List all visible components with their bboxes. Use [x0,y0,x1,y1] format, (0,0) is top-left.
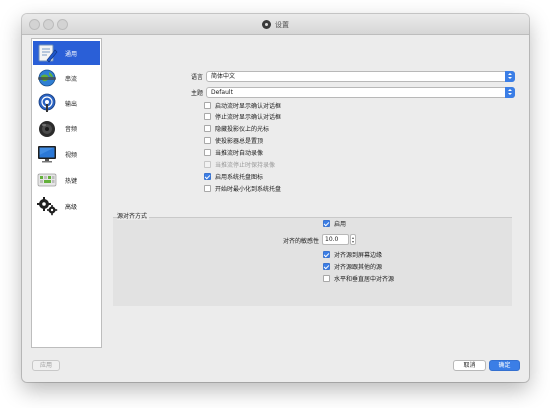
checkbox-label: 当推流时自动录像 [215,150,264,157]
checkbox-label: 对齐源到屏幕边缘 [334,252,383,259]
snap-to-center[interactable]: 水平和垂直居中对齐源 [323,274,394,283]
checkbox[interactable] [204,102,211,109]
checkbox[interactable] [204,185,211,192]
sidebar-item-label: 高级 [65,203,78,211]
checkbox-label: 启动流时显示确认对话框 [215,103,282,110]
hotkeys-keyboard-icon [36,169,58,191]
settings-window: 设置 通用 串流 输出 音频 视频 热键 高级 语言 简体中文 主题 Defau… [22,14,529,382]
language-select-value: 简体中文 [211,73,236,80]
option-system-tray-icon[interactable]: 启用系统托盘图标 [204,172,263,181]
snap-to-screen-edges[interactable]: 对齐源到屏幕边缘 [323,250,382,259]
option-record-when-streaming[interactable]: 当推流时自动录像 [204,148,263,157]
sidebar-item-hotkeys[interactable]: 热键 [33,168,100,192]
ok-button[interactable]: 确定 [489,360,520,371]
sidebar-item-audio[interactable]: 音频 [33,116,100,140]
video-monitor-icon [36,143,58,165]
snapping-group [113,217,512,306]
checkbox[interactable] [323,220,330,227]
stream-globe-icon [36,67,58,89]
sidebar-item-label: 串流 [65,75,78,83]
title-bar: 设置 [22,14,529,35]
checkbox-label: 当推流停止时保持录像 [215,162,276,169]
theme-select-value: Default [211,89,233,96]
obs-logo-icon [262,20,271,29]
option-projector-always-on-top[interactable]: 使投影器总是置顶 [204,136,263,145]
snapping-group-title: 源对齐方式 [117,211,150,220]
checkbox[interactable] [204,173,211,180]
option-keep-recording-after-stream: 当推流停止时保持录像 [204,160,275,169]
option-confirm-start-stream[interactable]: 启动流时显示确认对话框 [204,101,281,110]
chevron-updown-icon [505,71,515,82]
snap-sensitivity-label: 对齐的敏感性 [282,238,319,245]
theme-select[interactable]: Default [206,87,515,98]
checkbox-label: 使投影器总是置顶 [215,138,264,145]
cancel-button[interactable]: 取消 [453,360,486,371]
stepper-arrows-icon[interactable] [350,234,356,245]
checkbox [204,161,211,168]
apply-button[interactable]: 应用 [32,360,60,371]
sidebar-item-general[interactable]: 通用 [33,41,100,65]
checkbox-label: 停止流时显示确认对话框 [215,114,282,121]
sidebar-item-advanced[interactable]: 高级 [33,194,100,218]
option-minimize-to-tray[interactable]: 开始时最小化到系统托盘 [204,184,281,193]
window-title-group: 设置 [22,14,529,35]
option-confirm-stop-stream[interactable]: 停止流时显示确认对话框 [204,112,281,121]
theme-label: 主题 [190,90,203,97]
settings-sidebar: 通用 串流 输出 音频 视频 热键 高级 [31,38,102,348]
sidebar-item-label: 热键 [65,177,78,185]
sidebar-item-label: 音频 [65,125,78,133]
checkbox-label: 开始时最小化到系统托盘 [215,186,282,193]
checkbox-label: 对齐源跟其他的源 [334,264,383,271]
language-label: 语言 [190,74,203,81]
checkbox[interactable] [204,149,211,156]
checkbox[interactable] [323,275,330,282]
window-title: 设置 [275,20,289,29]
checkbox[interactable] [204,125,211,132]
snap-sensitivity-input[interactable]: 10.0 [322,234,349,245]
snap-sensitivity-spinbox[interactable]: 10.0 [322,234,356,245]
checkbox[interactable] [204,113,211,120]
sidebar-item-stream[interactable]: 串流 [33,66,100,90]
snap-to-other-sources[interactable]: 对齐源跟其他的源 [323,262,382,271]
sidebar-item-label: 输出 [65,100,78,108]
snapping-enable[interactable]: 启用 [323,219,346,228]
option-hide-projector-cursor[interactable]: 隐藏投影仪上的光标 [204,124,269,133]
chevron-updown-icon [505,87,515,98]
output-broadcast-icon [36,92,58,114]
sidebar-item-label: 通用 [65,50,78,58]
checkbox[interactable] [323,263,330,270]
language-select[interactable]: 简体中文 [206,71,515,82]
sidebar-item-video[interactable]: 视频 [33,142,100,166]
checkbox[interactable] [204,137,211,144]
checkbox-label: 隐藏投影仪上的光标 [215,126,270,133]
checkbox-label: 启用系统托盘图标 [215,174,264,181]
audio-speaker-icon [36,117,58,139]
general-settings-icon [36,42,58,64]
checkbox[interactable] [323,251,330,258]
checkbox-label: 水平和垂直居中对齐源 [334,276,395,283]
checkbox-label: 启用 [334,221,347,228]
sidebar-item-label: 视频 [65,151,78,159]
advanced-gears-icon [36,195,58,217]
sidebar-item-output[interactable]: 输出 [33,91,100,115]
